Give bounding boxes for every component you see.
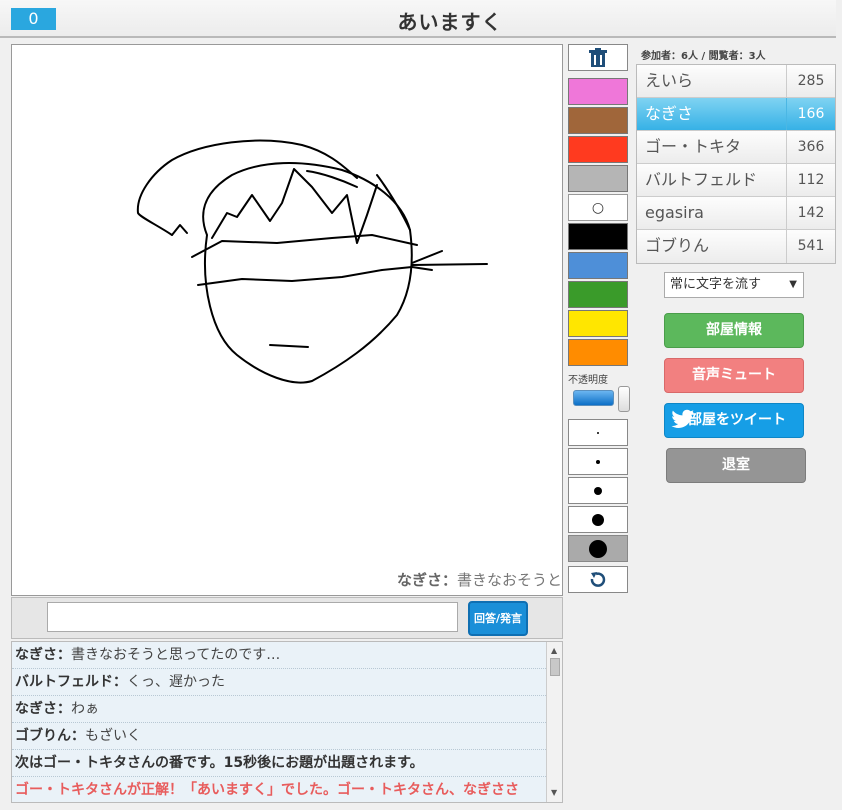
color-swatch[interactable] xyxy=(568,107,628,134)
color-swatch[interactable] xyxy=(568,281,628,308)
chat-input[interactable] xyxy=(47,602,458,632)
player-score: 166 xyxy=(797,106,825,122)
brush-dot-icon xyxy=(596,459,600,464)
brush-size-button[interactable] xyxy=(568,419,628,446)
chat-message: なぎさ：書きなおそうと思ってたのです… xyxy=(12,642,546,669)
player-name: ゴブりん xyxy=(637,230,787,263)
player-name: egasira xyxy=(637,197,787,229)
scroll-down-icon[interactable]: ▼ xyxy=(551,788,557,797)
color-swatch[interactable] xyxy=(568,252,628,279)
send-button[interactable]: 回答/発言 xyxy=(468,601,528,636)
player-name: ゴー・トキタ xyxy=(637,131,787,163)
chat-sep: ： xyxy=(57,701,71,717)
brush-dot-icon xyxy=(589,539,607,558)
chat-user: なぎさ xyxy=(15,701,57,717)
player-score: 112 xyxy=(797,172,825,188)
chat-lines: なぎさ：書きなおそうと思ってたのです… バルトフェルド：くっ、遅かった なぎさ：わぁ… xyxy=(12,642,562,802)
drawing xyxy=(136,139,488,384)
page-title: あいますく xyxy=(397,10,503,34)
player-row[interactable]: egasira 142 xyxy=(637,197,835,230)
chat-user: バルトフェルド xyxy=(15,674,113,690)
color-swatch[interactable] xyxy=(568,339,628,366)
player-name: なぎさ xyxy=(637,98,787,130)
chat-text: くっ、遅かった xyxy=(127,674,225,690)
chat-user: なぎさ xyxy=(15,647,57,663)
player-row[interactable]: なぎさ 166 xyxy=(637,98,835,131)
undo-icon[interactable] xyxy=(568,566,628,593)
chevron-down-icon: ▼ xyxy=(789,279,797,290)
player-row[interactable]: えいら 285 xyxy=(637,65,835,98)
brush-size-button[interactable] xyxy=(568,535,628,562)
header-bar: 0 あいますく xyxy=(0,0,836,38)
overlay-user: なぎさ xyxy=(396,571,442,589)
room-info-button[interactable]: 部屋情報 xyxy=(664,313,804,348)
chat-text: 書きなおそうと思ってたのです… xyxy=(71,647,281,663)
color-swatch[interactable]: ○ xyxy=(568,194,628,221)
scroll-thumb[interactable] xyxy=(550,658,560,676)
chat-sep: ： xyxy=(71,728,85,744)
chat-message: なぎさ：わぁ xyxy=(12,696,546,723)
chat-sep: ： xyxy=(113,674,127,690)
player-score: 285 xyxy=(797,73,825,89)
select-value: 常に文字を流す xyxy=(670,277,762,292)
opacity-slider[interactable] xyxy=(572,386,631,414)
trash-icon[interactable] xyxy=(568,44,628,71)
opacity-thumb[interactable] xyxy=(618,386,631,412)
system-message: 次はゴー・トキタさんの番です。15秒後にお題が出題されます。 xyxy=(12,750,546,777)
chat-text: もざいく xyxy=(85,728,141,744)
brush-size-button[interactable] xyxy=(568,506,628,533)
chat-sep: ： xyxy=(57,647,71,663)
drawing-canvas[interactable]: なぎさ：書きなおそうと xyxy=(11,44,563,596)
player-score: 142 xyxy=(797,205,825,221)
color-swatch[interactable] xyxy=(568,136,628,163)
player-row[interactable]: ゴー・トキタ 366 xyxy=(637,131,835,164)
player-name: バルトフェルド xyxy=(637,164,787,196)
chat-log: なぎさ：書きなおそうと思ってたのです… バルトフェルド：くっ、遅かった なぎさ：わぁ… xyxy=(11,641,563,803)
chat-user: ゴブりん xyxy=(15,728,71,744)
brush-dot-icon xyxy=(597,431,599,434)
scroll-up-icon[interactable]: ▲ xyxy=(551,646,557,655)
player-list: えいら 285 なぎさ 166 ゴー・トキタ 366 バルトフェルド 112 egasira 14… xyxy=(636,64,836,264)
overlay-sep: ： xyxy=(441,571,457,589)
brush-size-button[interactable] xyxy=(568,477,628,504)
eraser-icon: ○ xyxy=(591,199,605,216)
brush-dot-icon xyxy=(594,486,602,495)
player-row[interactable]: バルトフェルド 112 xyxy=(637,164,835,197)
mute-button[interactable]: 音声ミュート xyxy=(664,358,804,393)
chat-text: わぁ xyxy=(71,701,99,717)
color-swatch[interactable] xyxy=(568,78,628,105)
brush-size-button[interactable] xyxy=(568,448,628,475)
tweet-button[interactable]: 部屋をツイート xyxy=(664,403,804,438)
text-flow-select[interactable]: 常に文字を流す ▼ xyxy=(664,272,804,298)
canvas-overlay-message: なぎさ：書きなおそうと xyxy=(397,569,562,590)
color-swatch[interactable] xyxy=(568,165,628,192)
player-row[interactable]: ゴブりん 541 xyxy=(637,230,835,263)
chat-scrollbar[interactable]: ▲ ▼ xyxy=(546,642,562,802)
opacity-label: 不透明度 xyxy=(568,375,608,386)
chat-message: バルトフェルド：くっ、遅かった xyxy=(12,669,546,696)
participants-count: 参加者：6人 / 閲覧者：3人 xyxy=(641,51,766,62)
correct-answer-message: ゴー・トキタさんが正解！「あいますく」でした。ゴー・トキタさん、なぎささ xyxy=(12,777,546,802)
overlay-text: 書きなおそうと xyxy=(456,571,562,589)
twitter-icon xyxy=(671,409,695,444)
chat-input-bar: 回答/発言 xyxy=(11,597,563,639)
player-name: えいら xyxy=(637,65,787,97)
color-swatch[interactable] xyxy=(568,223,628,250)
leave-button[interactable]: 退室 xyxy=(666,448,806,483)
tweet-label: 部屋をツイート xyxy=(688,412,786,428)
brush-dot-icon xyxy=(592,513,604,526)
color-swatch[interactable] xyxy=(568,310,628,337)
player-score: 366 xyxy=(797,139,825,155)
chat-message: ゴブりん：もざいく xyxy=(12,723,546,750)
opacity-track xyxy=(573,390,614,406)
player-score: 541 xyxy=(797,238,825,254)
